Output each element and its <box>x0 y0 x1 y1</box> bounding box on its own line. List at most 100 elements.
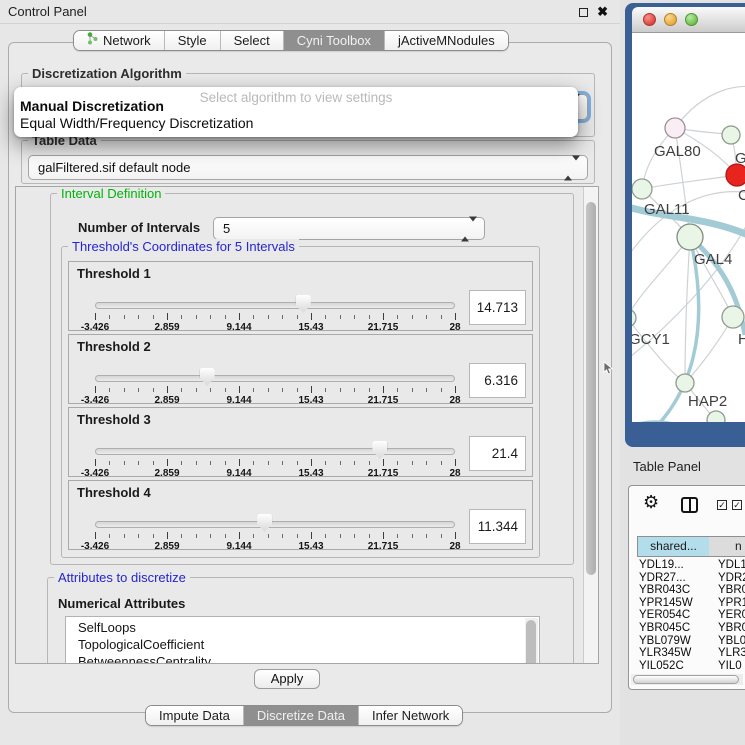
slider-handle[interactable] <box>296 295 311 313</box>
checkbox-icon[interactable]: ✓ <box>732 500 742 510</box>
slider-track[interactable] <box>95 302 455 309</box>
float-window-icon[interactable] <box>579 8 588 17</box>
tab-network[interactable]: Network <box>74 31 164 50</box>
tab-impute-data[interactable]: Impute Data <box>146 706 243 725</box>
number-of-intervals-value: 5 <box>223 221 230 236</box>
tab-label: jActiveMNodules <box>398 31 495 50</box>
node-label: GCY1 <box>632 331 670 348</box>
numerical-attributes-list[interactable]: SelfLoopsTopologicalCoefficientBetweenne… <box>65 616 540 664</box>
top-tab-bar: NetworkStyleSelectCyni Toolbox jActiveMNo… <box>73 30 509 51</box>
network-view-window[interactable]: GAL80GCGAL11GAL4GCY1HHAP2 <box>625 3 745 447</box>
threshold-label: Threshold 3 <box>77 412 151 427</box>
tick-label: 9.144 <box>226 468 251 479</box>
node-label: GAL11 <box>644 201 690 218</box>
list-item[interactable]: BetweennessCentrality <box>66 653 539 664</box>
tick-label: -3.426 <box>81 468 109 479</box>
table-data-group: Table Data galFiltered.sif default node <box>21 140 595 184</box>
network-canvas[interactable]: GAL80GCGAL11GAL4GCY1HHAP2 <box>632 33 745 422</box>
tick-label: 21.715 <box>368 322 399 333</box>
slider-track[interactable] <box>95 448 455 455</box>
apply-button[interactable]: Apply <box>254 669 320 689</box>
network-node[interactable] <box>676 374 694 392</box>
table-row[interactable]: YIL052CYIL0 <box>629 660 745 673</box>
checkbox-icon[interactable]: ✓ <box>717 500 727 510</box>
threshold-label: Threshold 4 <box>77 485 151 500</box>
table-row[interactable]: YBR043CYBR0 <box>629 584 745 597</box>
tab-label: Infer Network <box>372 706 449 725</box>
minimize-traffic-light-icon[interactable] <box>664 13 677 26</box>
list-item[interactable]: SelfLoops <box>66 619 539 636</box>
threshold-value-field[interactable]: 14.713 <box>469 290 526 325</box>
threshold-panel: Threshold 3 -3.4262.8599.14415.4321.71528… <box>68 407 533 477</box>
table-data-combobox[interactable]: galFiltered.sif default node <box>28 155 588 180</box>
tab-select[interactable]: Select <box>220 31 283 50</box>
network-node[interactable] <box>632 179 652 199</box>
tick-label: 2.859 <box>154 395 179 406</box>
tab-cyni-toolbox[interactable]: Cyni Toolbox <box>283 31 384 50</box>
close-icon[interactable]: ✖ <box>597 4 608 20</box>
combo-stepper-icon <box>564 156 580 179</box>
tab-infer-network[interactable]: Infer Network <box>358 706 462 725</box>
tab-jactivemnodules[interactable]: jActiveMNodules <box>384 31 508 50</box>
table-row[interactable]: YBR045CYBR0 <box>629 622 745 635</box>
node-label: GAL4 <box>694 251 732 268</box>
network-node[interactable] <box>632 309 636 327</box>
control-panel-titlebar: Control Panel ✖ <box>0 0 620 24</box>
table-row[interactable]: YLR345WYLR3 <box>629 647 745 660</box>
gear-icon[interactable]: ⚙ <box>643 492 659 513</box>
zoom-traffic-light-icon[interactable] <box>685 13 698 26</box>
column-header-shared-name[interactable]: shared... <box>637 536 710 557</box>
vertical-scrollbar[interactable] <box>583 187 598 663</box>
number-of-intervals-combobox[interactable]: 5 <box>213 217 485 240</box>
network-node[interactable] <box>722 306 744 328</box>
slider-track[interactable] <box>95 375 455 382</box>
network-node[interactable] <box>722 126 740 144</box>
threshold-slider[interactable]: -3.4262.8599.14415.4321.71528 <box>95 438 455 478</box>
tick-label: 28 <box>449 395 460 406</box>
threshold-value-field[interactable]: 6.316 <box>469 363 526 398</box>
table-row[interactable]: YER054CYER0 <box>629 609 745 622</box>
number-of-intervals-label: Number of Intervals <box>78 220 200 235</box>
table-row[interactable]: YBL079WYBL0 <box>629 635 745 648</box>
tab-label: Impute Data <box>159 706 230 725</box>
tab-style[interactable]: Style <box>164 31 220 50</box>
table-row[interactable]: YDL19...YDL1 <box>629 559 745 572</box>
threshold-slider[interactable]: -3.4262.8599.14415.4321.71528 <box>95 365 455 405</box>
column-header-name[interactable]: n <box>709 536 745 557</box>
dropdown-option[interactable]: Equal Width/Frequency Discretization <box>20 115 572 132</box>
tab-discretize-data[interactable]: Discretize Data <box>243 706 358 725</box>
settings-scrollpane: Interval Definition Number of Intervals … <box>15 186 599 664</box>
table-row[interactable]: YPR145WYPR1 <box>629 597 745 610</box>
slider-track[interactable] <box>95 521 455 528</box>
table-rows: YDL19...YDL1YDR27...YDR2YBR043CYBR0YPR14… <box>629 559 745 672</box>
scrollbar-thumb[interactable] <box>586 202 596 575</box>
mouse-cursor <box>603 361 614 376</box>
slider-handle[interactable] <box>200 368 215 386</box>
threshold-slider[interactable]: -3.4262.8599.14415.4321.71528 <box>95 511 455 551</box>
list-item[interactable]: TopologicalCoefficient <box>66 636 539 653</box>
node-label: C <box>738 187 745 204</box>
threshold-panel: Threshold 1-3.4262.8599.14415.4321.71528… <box>68 261 533 331</box>
threshold-value-field[interactable]: 21.4 <box>469 436 526 471</box>
slider-handle[interactable] <box>372 441 387 459</box>
threshold-label: Threshold 2 <box>77 339 151 354</box>
list-scrollbar[interactable] <box>525 618 538 664</box>
network-node[interactable] <box>677 224 703 250</box>
threshold-value-field[interactable]: 11.344 <box>469 509 526 544</box>
close-traffic-light-icon[interactable] <box>643 13 656 26</box>
horizontal-scrollbar[interactable] <box>631 674 743 685</box>
network-window-titlebar <box>632 7 745 33</box>
attributes-group: Attributes to discretize Numerical Attri… <box>47 577 574 664</box>
network-node[interactable] <box>665 118 685 138</box>
split-columns-icon[interactable] <box>681 497 698 513</box>
network-node[interactable] <box>726 164 745 186</box>
slider-handle[interactable] <box>257 514 272 532</box>
algorithm-dropdown-popup: Select algorithm to view settings Manual… <box>14 87 578 137</box>
table-row[interactable]: YDR27...YDR2 <box>629 572 745 585</box>
threshold-slider[interactable]: -3.4262.8599.14415.4321.71528 <box>95 292 455 332</box>
table-data-value: galFiltered.sif default node <box>38 160 190 175</box>
tick-label: 28 <box>449 322 460 333</box>
scrollbar-thumb[interactable] <box>633 675 739 684</box>
dropdown-option[interactable]: Manual Discretization <box>20 98 572 115</box>
tick-label: 21.715 <box>368 468 399 479</box>
